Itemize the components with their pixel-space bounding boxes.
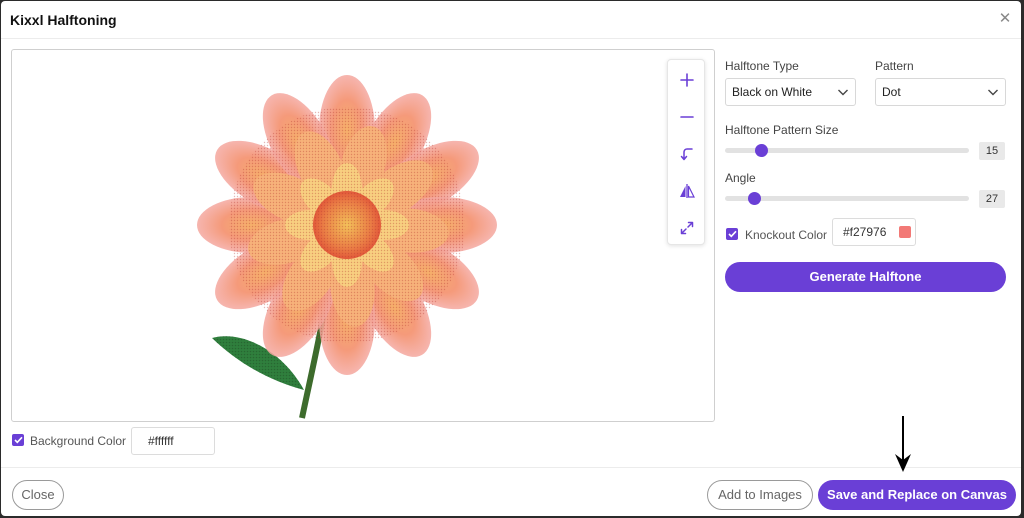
chevron-down-icon	[988, 89, 998, 96]
pattern-label: Pattern	[875, 59, 914, 73]
close-icon[interactable]: ✕	[997, 11, 1013, 27]
preview-toolbar	[667, 59, 705, 245]
background-color-checkbox[interactable]	[12, 434, 24, 446]
knockout-color-value: #f27976	[843, 225, 887, 239]
angle-slider-handle[interactable]	[748, 192, 762, 205]
halftoning-dialog: Kixxl Halftoning ✕ Background Color #fff…	[1, 1, 1021, 516]
image-preview	[11, 49, 715, 422]
rotate-icon[interactable]	[668, 136, 706, 172]
pattern-size-value: 15	[979, 142, 1005, 160]
arrow-down-icon	[895, 416, 911, 472]
halftone-type-value: Black on White	[732, 85, 813, 99]
background-color-input[interactable]: #ffffff	[131, 427, 215, 455]
zoom-in-icon[interactable]	[668, 62, 706, 98]
flower-image	[197, 75, 497, 419]
pattern-size-label: Halftone Pattern Size	[725, 123, 839, 137]
background-color-row: Background Color #ffffff	[11, 427, 231, 455]
close-button[interactable]: Close	[12, 480, 64, 510]
dialog-title: Kixxl Halftoning	[10, 12, 117, 28]
angle-value: 27	[979, 190, 1005, 208]
pattern-size-slider-handle[interactable]	[755, 144, 769, 157]
dialog-titlebar: Kixxl Halftoning ✕	[1, 1, 1021, 39]
add-to-images-button[interactable]: Add to Images	[707, 480, 813, 510]
save-replace-button[interactable]: Save and Replace on Canvas	[818, 480, 1016, 510]
knockout-color-swatch[interactable]	[899, 226, 911, 238]
knockout-color-checkbox[interactable]	[726, 228, 738, 240]
angle-label: Angle	[725, 171, 756, 185]
knockout-color-input[interactable]: #f27976	[832, 218, 916, 246]
background-color-label: Background Color	[30, 434, 127, 448]
expand-icon[interactable]	[668, 210, 706, 246]
knockout-color-label: Knockout Color	[745, 228, 828, 242]
pattern-value: Dot	[882, 85, 901, 99]
flip-icon[interactable]	[668, 173, 706, 209]
halftone-type-label: Halftone Type	[725, 59, 799, 73]
generate-halftone-button[interactable]: Generate Halftone	[725, 262, 1006, 292]
halftone-type-select[interactable]: Black on White	[725, 78, 856, 106]
angle-slider[interactable]	[725, 196, 969, 201]
dialog-footer: Close Add to Images Save and Replace on …	[1, 467, 1021, 516]
pattern-select[interactable]: Dot	[875, 78, 1006, 106]
chevron-down-icon	[838, 89, 848, 96]
zoom-out-icon[interactable]	[668, 99, 706, 135]
